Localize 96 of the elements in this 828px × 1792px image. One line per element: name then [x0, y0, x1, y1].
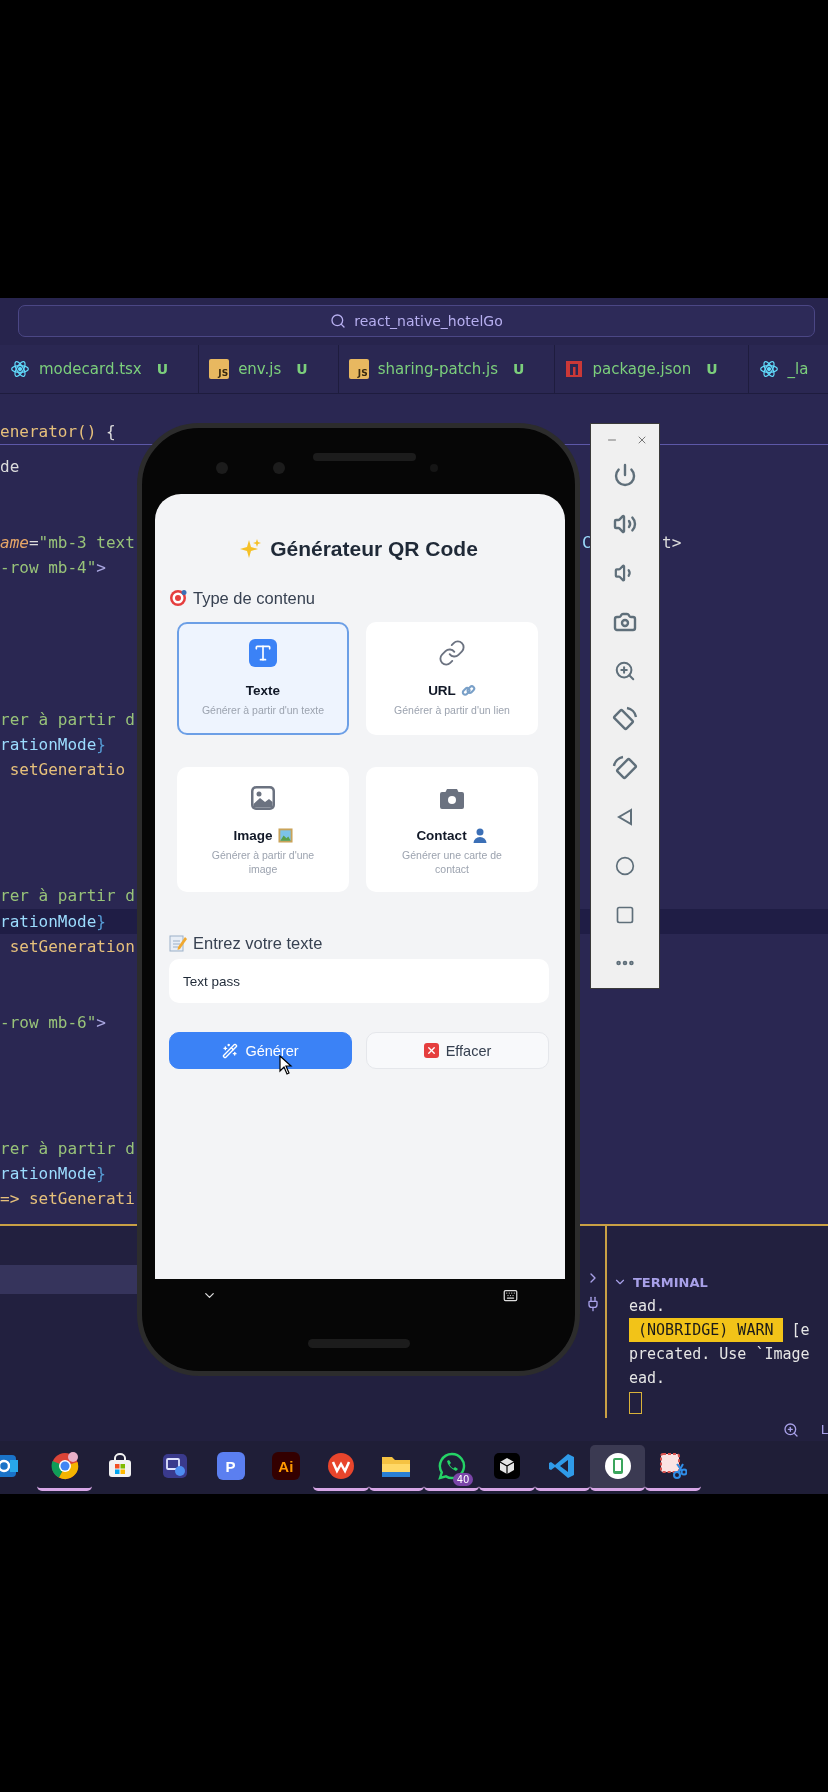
code-text: C: [582, 531, 592, 554]
atom-icon: [758, 359, 779, 379]
code-line: enerator() {: [0, 422, 116, 441]
close-icon: [423, 1043, 439, 1058]
app-logo: Ai: [271, 1452, 300, 1480]
target-icon: [169, 589, 187, 607]
option-title: Texte: [245, 682, 281, 698]
warning-label: (NOBRIDGE) WARN: [629, 1318, 783, 1342]
clear-button[interactable]: Effacer: [366, 1032, 549, 1069]
option-title: Image: [233, 827, 273, 843]
search-icon: [330, 313, 347, 329]
code-line: rer à partir d: [0, 885, 135, 908]
image-icon: [249, 784, 277, 812]
home-icon[interactable]: [615, 855, 635, 876]
bracket-square-icon: [565, 360, 584, 378]
zigzag-circle-icon: [327, 1452, 356, 1480]
phone-circle-icon: [603, 1452, 632, 1480]
js-file-icon: JS: [209, 359, 230, 379]
option-title: URL: [428, 682, 456, 698]
zoom-icon[interactable]: [614, 659, 636, 682]
code-line: -row mb-6">: [0, 1011, 106, 1034]
status-text: L: [820, 1422, 828, 1437]
code-line: -row mb-4">: [0, 557, 106, 579]
option-description: Générer à partir d'une image: [210, 848, 316, 876]
keyboard-icon[interactable]: [503, 1287, 518, 1303]
code-line: rationMode}: [0, 733, 106, 756]
search-field[interactable]: react_native_hotelGo: [18, 305, 815, 337]
code-line: ame="mb-3 text: [0, 531, 135, 554]
count-badge: 40: [452, 1472, 474, 1486]
editor-tab[interactable]: JS env.js U: [199, 345, 339, 393]
generate-button[interactable]: Générer: [169, 1032, 352, 1069]
project-name: react_native_hotelGo: [354, 313, 503, 329]
terminal-cursor: [629, 1392, 642, 1414]
status-marker: U: [513, 361, 525, 377]
shopping-bag-icon: [106, 1453, 133, 1479]
taskbar-button[interactable]: 40: [424, 1444, 480, 1491]
option-title: Contact: [416, 827, 467, 843]
text-input[interactable]: Text pass: [169, 959, 549, 1003]
taskbar-button[interactable]: P: [202, 1444, 259, 1491]
code-line: => setGenerati: [0, 1188, 135, 1211]
app-logo: P: [216, 1452, 245, 1480]
framed-picture-icon: [277, 827, 293, 843]
editor-tab[interactable]: JS sharing-patch.js U: [338, 345, 556, 393]
option-card[interactable]: Contact Générer une carte de contact: [366, 767, 538, 892]
atom-icon: [10, 359, 30, 379]
code-line: rer à partir d: [0, 1137, 135, 1160]
screen-title: Générateur QR Code: [270, 537, 478, 561]
memo-pencil-icon: [169, 934, 187, 952]
scissors-frame-icon: [658, 1452, 687, 1480]
editor-tab[interactable]: modecard.tsx U: [0, 345, 200, 393]
chain-icon: [460, 682, 476, 698]
code-line: de: [0, 456, 20, 478]
editor-tab[interactable]: package.json U: [555, 345, 749, 393]
link-icon: [438, 639, 466, 667]
ribbon-logo-icon: [548, 1452, 577, 1480]
code-line: rationMode}: [0, 1163, 106, 1185]
power-icon[interactable]: [613, 463, 637, 488]
option-description: Générer à partir d'un texte: [201, 703, 325, 717]
editor-tab[interactable]: _la: [748, 345, 828, 393]
code-text: t>: [662, 531, 682, 554]
envelope-icon: [0, 1452, 18, 1480]
window-icon: [162, 1453, 189, 1479]
option-card[interactable]: Image Générer à partir d'une image: [177, 767, 349, 892]
code-line: rationMode}: [0, 910, 106, 933]
terminal-line: precated. Use `Image: [629, 1344, 810, 1365]
code-line: rer à partir d: [0, 708, 135, 731]
colored-ring-icon: [50, 1452, 79, 1480]
code-line: setGeneratio: [8, 759, 126, 781]
letter-t-icon: [249, 639, 277, 667]
taskbar-button[interactable]: [589, 1444, 646, 1491]
js-file-icon: JS: [348, 359, 369, 379]
status-marker: U: [706, 361, 718, 377]
input-label: Entrez votre texte: [193, 933, 323, 953]
terminal-line: ead.: [629, 1296, 666, 1317]
rotate-right-icon: [612, 755, 638, 782]
code-line: setGeneration: [8, 935, 135, 958]
option-card[interactable]: URL Générer à partir d'un lien: [366, 622, 538, 735]
terminal-text: [e: [791, 1320, 810, 1341]
cube-icon: [494, 1453, 520, 1479]
terminal-title[interactable]: TERMINAL: [633, 1274, 708, 1290]
mouse-pointer-icon: [279, 1055, 293, 1075]
back-icon[interactable]: [615, 806, 635, 827]
option-description: Générer une carte de contact: [401, 848, 503, 876]
section-label: Type de contenu: [193, 588, 315, 608]
rotate-left-icon: [612, 706, 638, 733]
status-marker: U: [156, 361, 169, 377]
taskbar-button[interactable]: Ai: [258, 1444, 314, 1491]
person-icon: [471, 827, 488, 843]
magic-wand-icon: [222, 1042, 239, 1059]
terminal-line: ead.: [629, 1368, 666, 1389]
option-description: Générer à partir d'un lien: [394, 703, 510, 717]
option-card[interactable]: Texte Générer à partir d'un texte: [177, 622, 349, 735]
overview-icon[interactable]: [615, 904, 635, 925]
status-marker: U: [296, 361, 308, 377]
zoom-icon[interactable]: [782, 1421, 799, 1438]
plug-icon[interactable]: [585, 1296, 601, 1312]
